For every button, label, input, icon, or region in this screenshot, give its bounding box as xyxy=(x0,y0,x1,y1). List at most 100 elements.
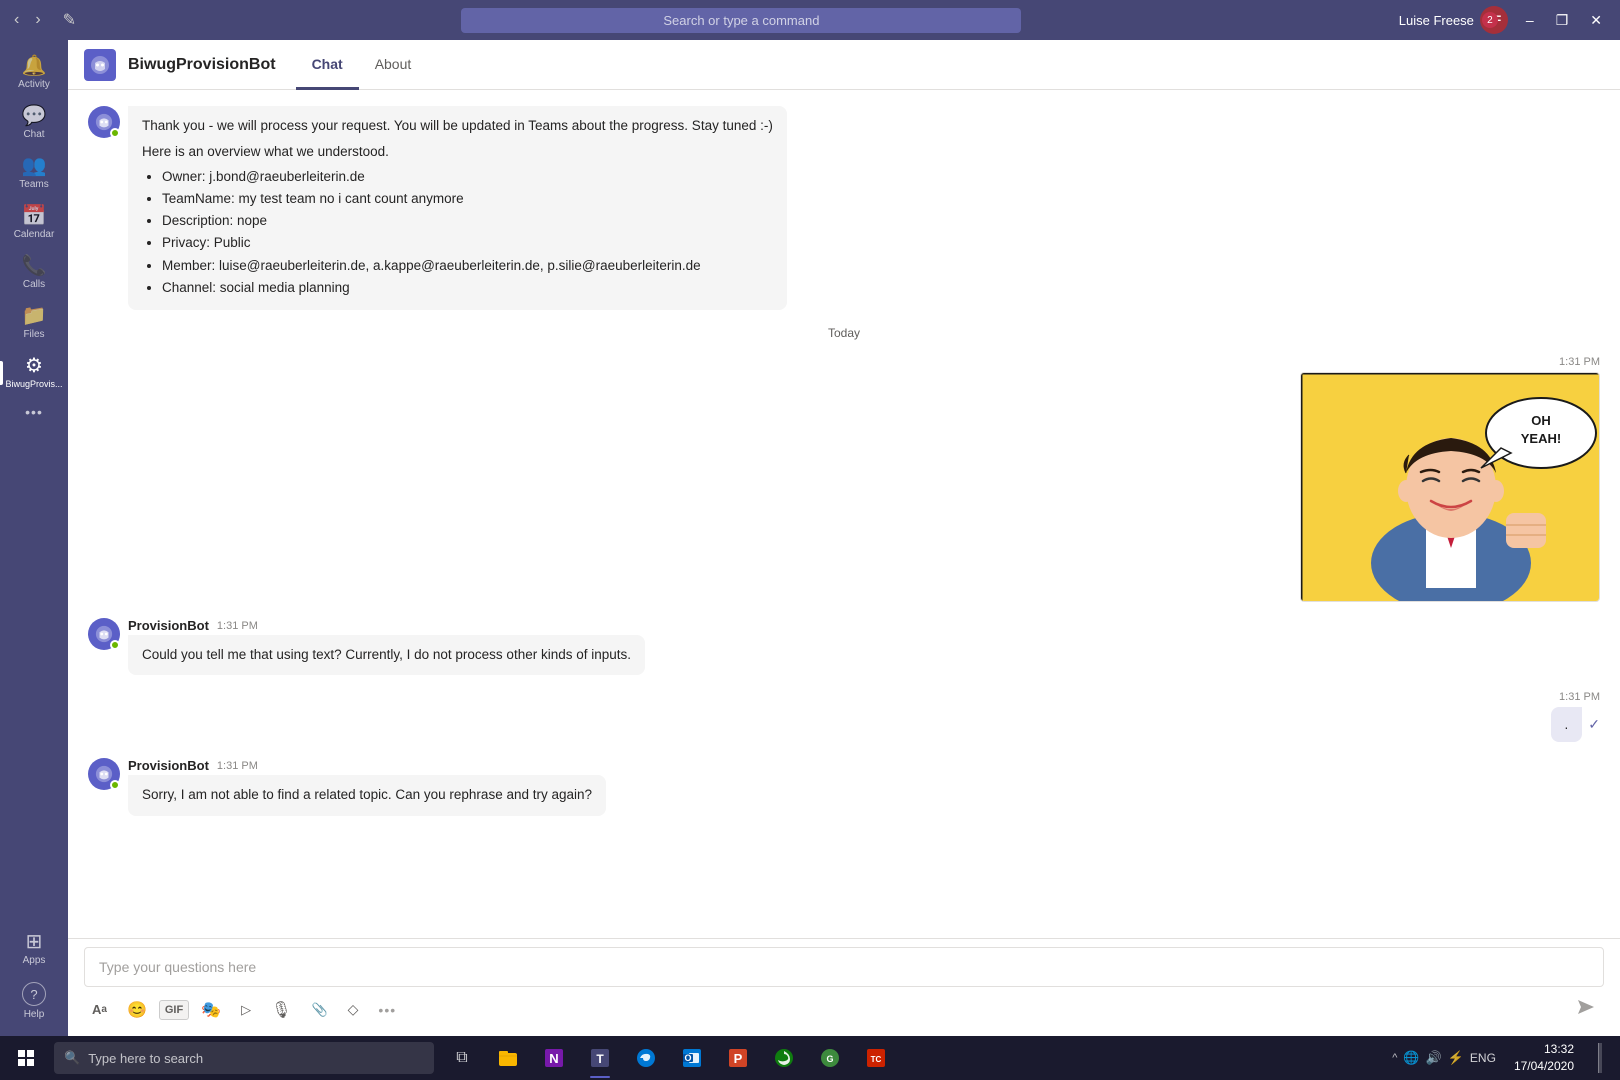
message-text-3: Sorry, I am not able to find a related t… xyxy=(142,787,592,802)
show-desktop-button[interactable] xyxy=(1584,1036,1616,1080)
message-content-3: ProvisionBot 1:31 PM Sorry, I am not abl… xyxy=(128,758,606,815)
chat-tabs: Chat About xyxy=(296,40,428,89)
sidebar-item-activity[interactable]: 🔔 Activity xyxy=(0,48,68,98)
sticker-image: OH YEAH! xyxy=(1300,372,1600,602)
tab-about[interactable]: About xyxy=(359,41,428,90)
attach-button[interactable]: 📎 xyxy=(303,996,335,1024)
sticker-container: 1:31 PM xyxy=(1300,356,1600,602)
clock-time: 13:32 xyxy=(1514,1041,1574,1058)
message-text-line2: Here is an overview what we understood. xyxy=(142,142,773,162)
svg-text:G: G xyxy=(826,1054,833,1064)
help-icon: ? xyxy=(22,982,46,1006)
close-button[interactable]: ✕ xyxy=(1580,8,1612,33)
user-info: Luise Freese LF 2 xyxy=(1399,6,1508,34)
maximize-button[interactable]: ❐ xyxy=(1546,8,1579,33)
date-divider-text: Today xyxy=(828,326,860,340)
taskbar-search-bar[interactable]: 🔍 Type here to search xyxy=(54,1042,434,1074)
sidebar-label-activity: Activity xyxy=(18,79,50,90)
taskbar-app-greenshot[interactable]: G xyxy=(808,1036,852,1080)
message-row-sticker: 1:31 PM xyxy=(88,356,1600,602)
meet-button[interactable]: ▷ xyxy=(233,996,259,1024)
bullet-2: TeamName: my test team no i cant count a… xyxy=(162,189,773,209)
svg-text:OH: OH xyxy=(1531,413,1551,428)
sticker-time: 1:31 PM xyxy=(1559,356,1600,368)
teams-icon: 👥 xyxy=(22,156,47,176)
minimize-button[interactable]: – xyxy=(1516,8,1544,33)
taskbar-app-totalcmd[interactable]: TC xyxy=(854,1036,898,1080)
chat-input[interactable] xyxy=(84,947,1604,987)
send-button[interactable] xyxy=(1568,993,1604,1026)
sidebar-label-files: Files xyxy=(23,329,44,340)
message-bubble-1: Thank you - we will process your request… xyxy=(128,106,787,310)
bullet-4: Privacy: Public xyxy=(162,233,773,253)
tab-chat[interactable]: Chat xyxy=(296,41,359,90)
bot-avatar-2 xyxy=(88,618,120,650)
svg-text:O: O xyxy=(684,1053,691,1063)
sidebar-item-calls[interactable]: 📞 Calls xyxy=(0,248,68,298)
sticker-button[interactable]: 🎭 xyxy=(193,994,229,1026)
svg-text:YEAH!: YEAH! xyxy=(1521,431,1561,446)
message-row-bot3: ProvisionBot 1:31 PM Sorry, I am not abl… xyxy=(88,758,1600,815)
user-avatar-wrapper: LF 2 xyxy=(1480,6,1508,34)
battery-icon: ⚡ xyxy=(1448,1050,1464,1066)
window-controls: – ❐ ✕ xyxy=(1516,8,1612,33)
compose-button[interactable]: ✎ xyxy=(55,6,84,34)
sidebar-item-biwug[interactable]: ⚙ BiwugProvis... xyxy=(0,348,68,397)
calls-icon: 📞 xyxy=(22,256,47,276)
sidebar-item-teams[interactable]: 👥 Teams xyxy=(0,148,68,198)
taskbar-app-task-view[interactable]: ⧉ xyxy=(440,1036,484,1080)
message-text-2: Could you tell me that using text? Curre… xyxy=(142,647,631,662)
bot-status-dot xyxy=(110,128,120,138)
sidebar-item-calendar[interactable]: 📅 Calendar xyxy=(0,198,68,248)
sidebar-item-files[interactable]: 📁 Files xyxy=(0,298,68,348)
taskbar-app-teams[interactable]: T xyxy=(578,1036,622,1080)
back-button[interactable]: ‹ xyxy=(8,7,25,33)
loop-button[interactable]: ◇ xyxy=(340,995,367,1024)
taskbar-app-edge-legacy[interactable] xyxy=(624,1036,668,1080)
files-icon: 📁 xyxy=(22,306,47,326)
giphy-button[interactable]: GIF xyxy=(159,1000,189,1020)
chat-icon: 💬 xyxy=(22,106,47,126)
sidebar-item-more[interactable]: ••• xyxy=(0,397,68,427)
message-bullet-list: Owner: j.bond@raeuberleiterin.de TeamNam… xyxy=(142,167,773,299)
chat-toolbar: Aa 😊 GIF 🎭 ▷ 🎙 📎 ◇ ••• xyxy=(84,987,1604,1028)
taskbar-app-file-explorer[interactable] xyxy=(486,1036,530,1080)
sidebar-item-chat[interactable]: 💬 Chat xyxy=(0,98,68,148)
apps-icon: ⊞ xyxy=(26,932,43,952)
message-sender-3: ProvisionBot xyxy=(128,758,209,773)
svg-text:N: N xyxy=(549,1051,558,1066)
taskbar-clock[interactable]: 13:32 17/04/2020 xyxy=(1506,1041,1582,1075)
main-layout: 🔔 Activity 💬 Chat 👥 Teams 📅 Calendar 📞 C… xyxy=(0,40,1620,1036)
content-area: BiwugProvisionBot Chat About xyxy=(68,40,1620,1036)
taskbar-app-outlook[interactable]: O xyxy=(670,1036,714,1080)
message-content-2: ProvisionBot 1:31 PM Could you tell me t… xyxy=(128,618,645,675)
sidebar-label-calendar: Calendar xyxy=(14,229,55,240)
sidebar-label-biwug: BiwugProvis... xyxy=(5,379,62,389)
taskbar-app-onenote[interactable]: N xyxy=(532,1036,576,1080)
search-icon: 🔍 xyxy=(64,1050,80,1066)
sidebar-label-teams: Teams xyxy=(19,179,48,190)
date-divider: Today xyxy=(88,326,1600,340)
emoji-button[interactable]: 😊 xyxy=(119,994,155,1026)
more-icon: ••• xyxy=(25,405,43,419)
taskbar-app-edge[interactable] xyxy=(762,1036,806,1080)
expand-systray-button[interactable]: ^ xyxy=(1392,1052,1397,1064)
sidebar-label-help: Help xyxy=(24,1009,45,1020)
taskbar-app-powerpoint[interactable]: P xyxy=(716,1036,760,1080)
forward-button[interactable]: › xyxy=(29,7,46,33)
sidebar-item-help[interactable]: ? Help xyxy=(0,974,68,1028)
user-name-label: Luise Freese xyxy=(1399,13,1474,28)
message-row-bot1: Thank you - we will process your request… xyxy=(88,106,1600,310)
chat-messages[interactable]: Thank you - we will process your request… xyxy=(68,90,1620,938)
more-toolbar-button[interactable]: ••• xyxy=(370,998,404,1022)
sidebar: 🔔 Activity 💬 Chat 👥 Teams 📅 Calendar 📞 C… xyxy=(0,40,68,1036)
chat-input-area: Aa 😊 GIF 🎭 ▷ 🎙 📎 ◇ ••• xyxy=(68,938,1620,1036)
message-meta-2: ProvisionBot 1:31 PM xyxy=(128,618,645,633)
sidebar-item-apps[interactable]: ⊞ Apps xyxy=(0,924,68,974)
titlebar: ‹ › ✎ Luise Freese LF 2 – ❐ ✕ xyxy=(0,0,1620,40)
audio-button[interactable]: 🎙 xyxy=(263,994,299,1026)
format-button[interactable]: Aa xyxy=(84,996,115,1023)
start-button[interactable] xyxy=(4,1036,48,1080)
bullet-1: Owner: j.bond@raeuberleiterin.de xyxy=(162,167,773,187)
command-search-input[interactable] xyxy=(461,8,1021,33)
